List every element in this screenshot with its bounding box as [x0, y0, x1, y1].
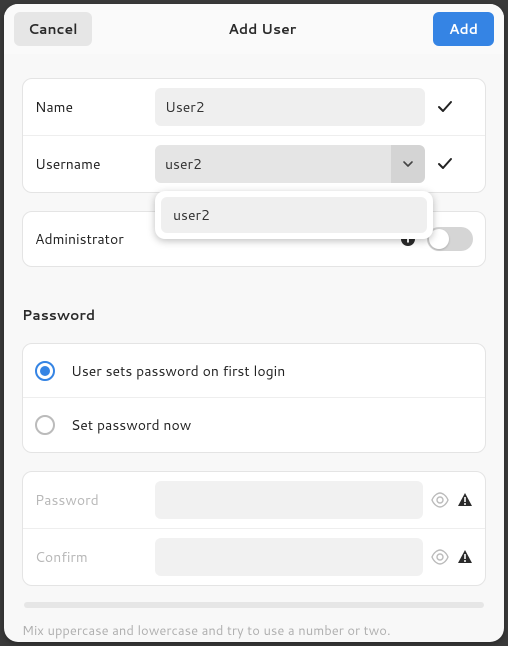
password-row: Password	[23, 472, 485, 529]
confirm-row: Confirm	[23, 529, 485, 585]
password-fields-card: Password Confirm	[22, 471, 486, 586]
chevron-down-icon	[402, 158, 414, 170]
username-label: Username	[35, 154, 155, 174]
username-row: Username user2	[23, 136, 485, 192]
add-button[interactable]: Add	[433, 12, 494, 46]
eye-icon	[431, 548, 449, 566]
password-section-label: Password	[22, 305, 486, 325]
warning-icon	[457, 549, 473, 565]
username-dropdown: user2	[155, 191, 433, 239]
radio-first-login-label: User sets password on first login	[71, 361, 285, 381]
add-user-dialog: Cancel Add User Add Name Username	[4, 4, 504, 642]
password-hint: Mix uppercase and lowercase and try to u…	[22, 622, 486, 640]
password-label: Password	[35, 490, 155, 510]
username-option[interactable]: user2	[161, 197, 427, 233]
username-dropdown-button[interactable]	[391, 145, 425, 183]
warning-icon	[457, 492, 473, 508]
confirm-input	[155, 538, 423, 576]
password-set-now-row[interactable]: Set password now	[23, 398, 485, 452]
radio-set-now-label: Set password now	[71, 415, 191, 435]
password-mode-card: User sets password on first login Set pa…	[22, 343, 486, 453]
name-label: Name	[35, 97, 155, 117]
radio-set-now[interactable]	[35, 415, 55, 435]
password-strength-meter	[24, 602, 484, 608]
name-row: Name	[23, 79, 485, 136]
dialog-title: Add User	[228, 19, 296, 39]
radio-dot	[40, 366, 50, 376]
cancel-button[interactable]: Cancel	[14, 12, 92, 46]
dialog-header: Cancel Add User Add	[4, 4, 504, 54]
check-icon	[435, 99, 455, 115]
check-icon	[435, 156, 455, 172]
eye-icon	[431, 491, 449, 509]
admin-label: Administrator	[35, 229, 124, 249]
identity-card: Name Username user2	[22, 78, 486, 193]
username-input[interactable]	[155, 145, 391, 183]
dialog-content: Name Username user2	[4, 54, 504, 642]
admin-toggle[interactable]	[427, 227, 473, 251]
password-first-login-row[interactable]: User sets password on first login	[23, 344, 485, 398]
confirm-label: Confirm	[35, 547, 155, 567]
radio-first-login[interactable]	[35, 361, 55, 381]
password-input	[155, 481, 423, 519]
name-input[interactable]	[155, 88, 425, 126]
